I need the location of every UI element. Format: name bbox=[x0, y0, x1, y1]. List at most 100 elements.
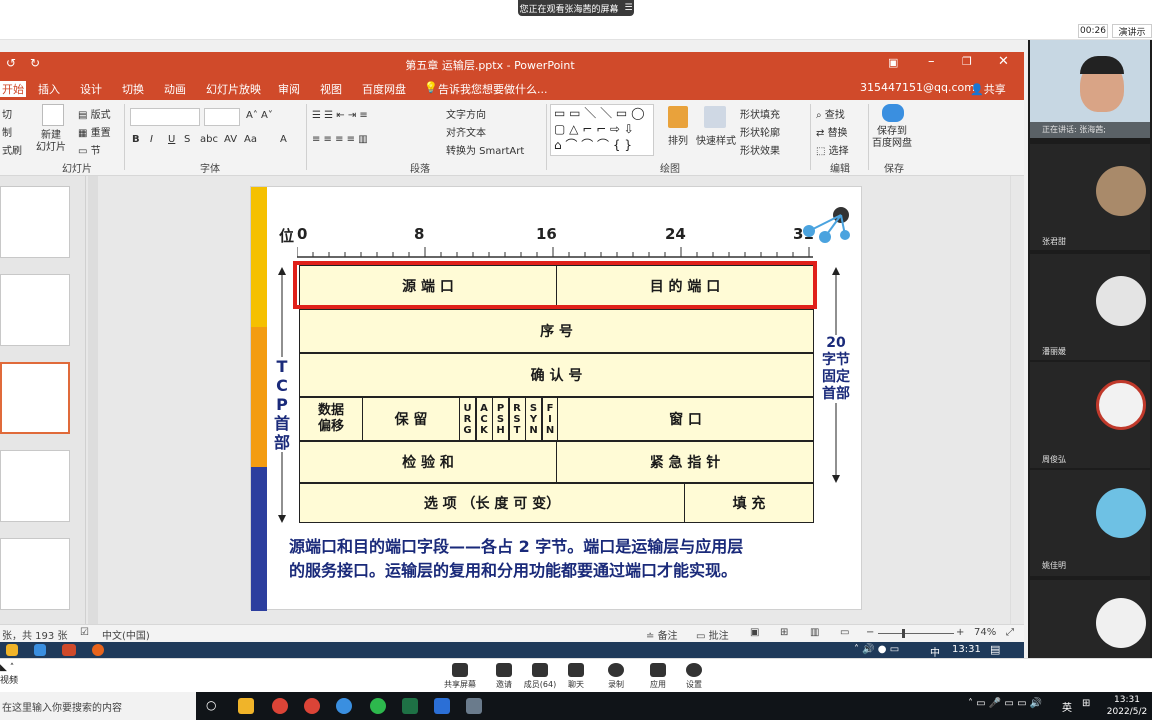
notification-icon[interactable]: ▤ bbox=[990, 643, 1000, 656]
video-toggle[interactable]: ◣ ˄ 视频 bbox=[0, 663, 18, 686]
app-icon[interactable] bbox=[34, 644, 46, 656]
meeting-app-icon[interactable] bbox=[466, 698, 482, 714]
app-icon[interactable] bbox=[336, 698, 352, 714]
folder-icon[interactable] bbox=[6, 644, 18, 656]
share-banner[interactable]: 您正在观看张海茜的屏幕 ☰ bbox=[518, 0, 634, 16]
tray-ime[interactable]: 中 bbox=[930, 644, 940, 659]
slide-thumbnail[interactable] bbox=[0, 274, 70, 346]
tell-me-search[interactable]: 告诉我您想要做什么... bbox=[438, 81, 548, 97]
select-button[interactable]: ⬚ 选择 bbox=[816, 142, 849, 157]
firefox-icon[interactable] bbox=[92, 644, 104, 656]
account-email[interactable]: 315447151@qq.com bbox=[860, 81, 975, 94]
shape-outline-button[interactable]: 形状轮廓 bbox=[740, 124, 780, 139]
font-color-icon[interactable]: A bbox=[280, 134, 287, 145]
share-button[interactable]: 👤共享 bbox=[970, 81, 1006, 97]
section-button[interactable]: ▭ 节 bbox=[78, 142, 101, 157]
bold-icon[interactable]: B bbox=[132, 134, 140, 145]
participant-tile[interactable]: 张君甜 bbox=[1030, 144, 1150, 250]
chrome-icon[interactable] bbox=[304, 698, 320, 714]
ribbon-display-icon[interactable]: ▣ bbox=[888, 56, 898, 69]
slide-thumbnail[interactable] bbox=[0, 538, 70, 610]
zoom-in-icon[interactable]: + bbox=[956, 627, 964, 638]
apps-button[interactable]: 应用 bbox=[638, 663, 678, 690]
underline-icon[interactable]: U bbox=[168, 134, 175, 145]
settings-button[interactable]: 设置 bbox=[674, 663, 714, 690]
comments-button[interactable]: ▭ 批注 bbox=[696, 627, 729, 642]
case-icon[interactable]: Aa bbox=[244, 134, 257, 145]
powerpoint-icon[interactable] bbox=[62, 644, 76, 656]
shadow-icon[interactable]: S bbox=[184, 134, 190, 145]
slideshow-icon[interactable]: ▭ bbox=[840, 627, 849, 638]
explorer-icon[interactable] bbox=[238, 698, 254, 714]
zoom-slider-thumb[interactable] bbox=[902, 629, 905, 638]
normal-view-icon[interactable]: ▣ bbox=[750, 627, 759, 638]
excel-icon[interactable] bbox=[402, 698, 418, 714]
wechat-icon[interactable] bbox=[370, 698, 386, 714]
system-tray-icons[interactable]: ˄ ▭ 🎤 ▭ ▭ 🔊 bbox=[968, 698, 1042, 709]
slide-thumbnail[interactable] bbox=[0, 450, 70, 522]
arrange-button[interactable]: 排列 bbox=[668, 132, 688, 147]
slide-thumbnail-selected[interactable] bbox=[0, 362, 70, 434]
chat-button[interactable]: 聊天 bbox=[556, 663, 596, 690]
notes-button[interactable]: ≐ 备注 bbox=[646, 627, 678, 642]
tab-baidu[interactable]: 百度网盘 bbox=[362, 81, 406, 97]
layout-button[interactable]: ▤ 版式 bbox=[78, 106, 111, 121]
participant-tile[interactable]: 周俊弘 bbox=[1030, 362, 1150, 468]
new-slide-button[interactable]: 新建 幻灯片 bbox=[36, 130, 66, 154]
undo-icon[interactable]: ↺ bbox=[6, 56, 16, 70]
tab-insert[interactable]: 插入 bbox=[38, 81, 60, 97]
tab-design[interactable]: 设计 bbox=[80, 81, 102, 97]
maximize-icon[interactable]: ❐ bbox=[962, 55, 972, 68]
tab-animations[interactable]: 动画 bbox=[164, 81, 186, 97]
tab-home[interactable]: 开始 bbox=[0, 81, 26, 97]
participant-tile[interactable]: 潘丽媛 bbox=[1030, 254, 1150, 360]
quick-styles-button[interactable]: 快速样式 bbox=[696, 132, 736, 147]
minimize-icon[interactable]: – bbox=[928, 54, 935, 69]
italic-icon[interactable]: I bbox=[150, 134, 153, 145]
thumbnail-scrollbar[interactable] bbox=[88, 176, 98, 624]
text-direction-button[interactable]: 文字方向 bbox=[446, 106, 486, 121]
tray-icons[interactable]: ˄ 🔊 ● ▭ bbox=[854, 644, 899, 655]
chrome-icon[interactable] bbox=[272, 698, 288, 714]
participant-tile[interactable] bbox=[1030, 580, 1150, 658]
save-to-baidu-button[interactable]: 保存到 百度网盘 bbox=[872, 126, 912, 150]
slide-scrollbar[interactable] bbox=[1010, 176, 1024, 624]
reset-button[interactable]: ▦ 重置 bbox=[78, 124, 111, 139]
shape-fill-button[interactable]: 形状填充 bbox=[740, 106, 780, 121]
shapes-gallery[interactable]: ▭ ▭ ＼ ＼ ▭ ◯ ▢ △ ⌐ ⌐ ⇨ ⇩ ⌂ ⌒ ⌒ ⌒ { } bbox=[550, 104, 654, 156]
presenter-view-button[interactable]: 演讲示 bbox=[1112, 24, 1152, 38]
copy-button[interactable]: 制 bbox=[2, 124, 12, 139]
convert-smartart-button[interactable]: 转换为 SmartArt bbox=[446, 142, 524, 157]
font-name-field[interactable] bbox=[130, 108, 200, 126]
speaker-video[interactable]: 正在讲话: 张海茜; bbox=[1030, 40, 1150, 138]
members-button[interactable]: 成员(64) bbox=[520, 663, 560, 690]
participant-tile[interactable]: 姚佳明 bbox=[1030, 470, 1150, 576]
tab-slideshow[interactable]: 幻灯片放映 bbox=[206, 81, 261, 97]
find-button[interactable]: ⌕ 查找 bbox=[816, 106, 845, 121]
font-size-field[interactable] bbox=[204, 108, 240, 126]
tab-transitions[interactable]: 切换 bbox=[122, 81, 144, 97]
invite-button[interactable]: 邀请 bbox=[484, 663, 524, 690]
reading-view-icon[interactable]: ▥ bbox=[810, 627, 819, 638]
tab-review[interactable]: 审阅 bbox=[278, 81, 300, 97]
align-text-button[interactable]: 对齐文本 bbox=[446, 124, 486, 139]
shape-effects-button[interactable]: 形状效果 bbox=[740, 142, 780, 157]
font-grow-icon[interactable]: A˄ A˅ bbox=[246, 110, 273, 121]
menu-icon[interactable]: ☰ bbox=[624, 3, 632, 13]
record-button[interactable]: 录制 bbox=[596, 663, 636, 690]
strikethrough-icon[interactable]: abc bbox=[200, 134, 218, 145]
zoom-slider[interactable] bbox=[878, 633, 954, 634]
bullets-icon[interactable]: ☰ ☰ ⇤ ⇥ ≡ bbox=[312, 110, 368, 121]
ime-indicator[interactable]: 英 bbox=[1062, 699, 1072, 714]
replace-button[interactable]: ⇄ 替换 bbox=[816, 124, 848, 139]
zoom-out-icon[interactable]: − bbox=[866, 627, 874, 638]
language-status[interactable]: 中文(中国) bbox=[102, 627, 150, 642]
slide-thumbnail[interactable] bbox=[0, 186, 70, 258]
format-painter-button[interactable]: 式刷 bbox=[2, 142, 22, 157]
ime-icon[interactable]: ⊞ bbox=[1082, 698, 1090, 709]
close-icon[interactable]: ✕ bbox=[998, 54, 1009, 69]
fit-slide-icon[interactable]: ⤢ bbox=[1006, 627, 1014, 638]
slide-canvas[interactable]: 位 0 8 16 24 31 源 端 口 目 的 端 口 序 号 确 认 号 数… bbox=[250, 186, 862, 611]
slide-sorter-icon[interactable]: ⊞ bbox=[780, 627, 788, 638]
align-icons[interactable]: ≡ ≡ ≡ ≡ ▥ bbox=[312, 134, 368, 145]
